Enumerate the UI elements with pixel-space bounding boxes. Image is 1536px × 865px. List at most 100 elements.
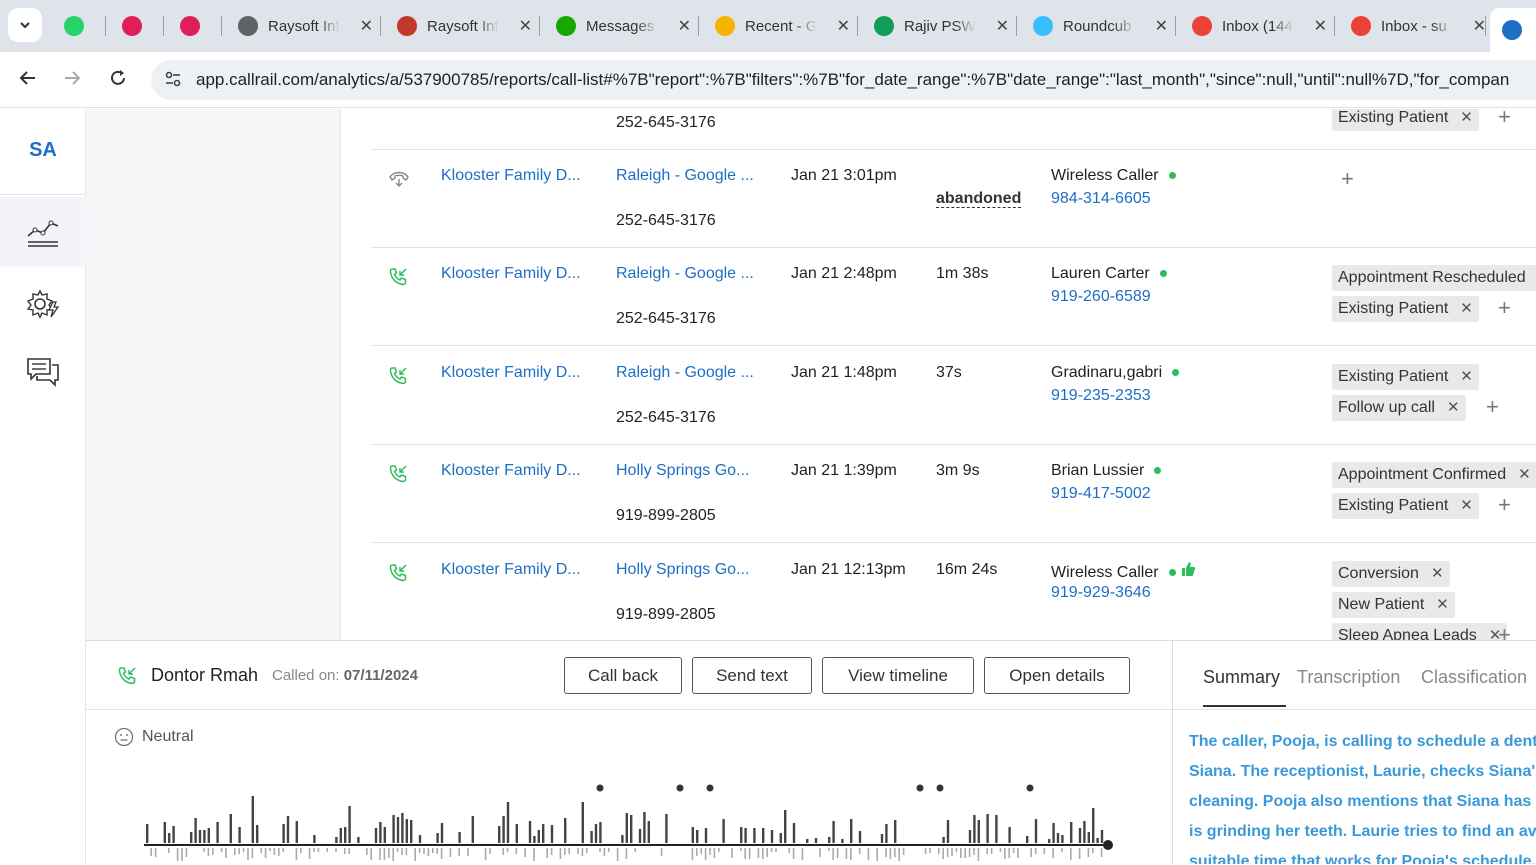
remove-tag-icon[interactable]: ✕	[1460, 300, 1473, 317]
add-tag-button[interactable]: +	[1498, 109, 1511, 130]
browser-tab-title: Roundcub	[1063, 17, 1132, 35]
source-link[interactable]: Raleigh - Google ...	[616, 364, 754, 382]
call-row[interactable]: Klooster Family D... Raleigh - Google ...…	[371, 347, 1536, 445]
add-tag-button[interactable]: +	[1498, 295, 1511, 321]
tab-classification[interactable]: Classification	[1421, 667, 1527, 688]
call-back-button[interactable]: Call back	[564, 657, 682, 694]
close-tab-icon[interactable]: ✕	[360, 16, 373, 36]
send-text-button[interactable]: Send text	[692, 657, 812, 694]
caller-phone-link[interactable]: 919-417-5002	[1051, 485, 1151, 503]
sidebar-item-analytics[interactable]	[0, 197, 86, 267]
call-row[interactable]: Klooster Family D... Holly Springs Go... 9…	[371, 445, 1536, 543]
gmail-icon	[1351, 16, 1371, 36]
add-tag-button[interactable]: +	[1498, 492, 1511, 518]
close-tab-icon[interactable]: ✕	[1155, 16, 1168, 36]
waveform-bar	[401, 848, 403, 855]
waveform-bar	[1083, 821, 1086, 843]
browser-tab[interactable]	[180, 8, 216, 44]
source-link[interactable]: Holly Springs Go...	[616, 462, 749, 480]
caller-phone-link[interactable]: 919-235-2353	[1051, 387, 1151, 405]
company-link[interactable]: Klooster Family D...	[441, 265, 581, 283]
close-tab-icon[interactable]: ✕	[678, 16, 691, 36]
source-link[interactable]: Holly Springs Go...	[616, 561, 749, 579]
sidebar-item-conversations[interactable]	[0, 337, 86, 407]
browser-tab[interactable]: Messages ✕	[556, 8, 691, 44]
remove-tag-icon[interactable]: ✕	[1460, 497, 1473, 514]
call-row[interactable]: Klooster Family D... Raleigh - Google ...…	[371, 150, 1536, 248]
waveform-bar	[278, 848, 280, 856]
source-link[interactable]: Raleigh - Google ...	[616, 265, 754, 283]
company-link[interactable]: Klooster Family D...	[441, 364, 581, 382]
forward-button[interactable]	[60, 68, 84, 94]
caller-phone-link[interactable]: 919-260-6589	[1051, 288, 1151, 306]
url-bar[interactable]: app.callrail.com/analytics/a/537900785/r…	[151, 60, 1536, 100]
waveform-bar	[388, 848, 390, 858]
browser-tab[interactable]: Raysoft Inf ✕	[238, 8, 373, 44]
call-audio-waveform[interactable]	[144, 781, 1114, 865]
close-tab-icon[interactable]: ✕	[1314, 16, 1327, 36]
call-duration: 16m 24s	[936, 561, 998, 578]
waveform-bar	[885, 848, 887, 857]
browser-tab[interactable]: Roundcub ✕	[1033, 8, 1168, 44]
waveform-bar	[238, 848, 240, 854]
close-tab-icon[interactable]: ✕	[519, 16, 532, 36]
close-tab-icon[interactable]: ✕	[1473, 16, 1486, 36]
waveform-bar	[942, 837, 945, 843]
source-link[interactable]: Raleigh - Google ...	[616, 167, 754, 185]
back-button[interactable]	[16, 68, 40, 94]
browser-tab-title: Raysoft Inf	[268, 17, 340, 35]
tab-summary[interactable]: Summary	[1203, 667, 1280, 688]
waveform-bar	[282, 848, 284, 852]
remove-tag-icon[interactable]: ✕	[1460, 368, 1473, 385]
browser-tab[interactable]	[1490, 8, 1536, 52]
close-tab-icon[interactable]: ✕	[837, 16, 850, 36]
remove-tag-icon[interactable]: ✕	[1460, 109, 1473, 126]
browser-tab[interactable]	[122, 8, 158, 44]
waveform-bar	[832, 848, 834, 860]
caller-phone-link[interactable]: 919-929-3646	[1051, 584, 1151, 602]
close-tab-icon[interactable]: ✕	[996, 16, 1009, 36]
caller-phone-link[interactable]: 984-314-6605	[1051, 190, 1151, 208]
call-row[interactable]: 252-645-3176 Existing Patient ✕ +	[371, 109, 1536, 150]
open-details-button[interactable]: Open details	[984, 657, 1130, 694]
called-on-text: Called on: 07/11/2024	[272, 667, 418, 684]
add-tag-button[interactable]: +	[1486, 394, 1499, 420]
view-timeline-button[interactable]: View timeline	[822, 657, 974, 694]
waveform-bar	[1092, 848, 1094, 853]
waveform-bar	[744, 848, 746, 859]
browser-tab[interactable]	[64, 8, 100, 44]
waveform-bar	[757, 848, 760, 858]
waveform-bar	[498, 826, 501, 843]
waveform-bar	[528, 821, 532, 843]
tab-transcription[interactable]: Transcription	[1297, 667, 1400, 688]
call-date: Jan 21 3:01pm	[791, 167, 897, 184]
tab-search-button[interactable]	[8, 8, 42, 42]
browser-tab[interactable]: Recent - G ✕	[715, 8, 850, 44]
playhead-handle[interactable]	[1103, 840, 1113, 850]
browser-tab[interactable]: Rajiv PSW ✕	[874, 8, 1009, 44]
reload-button[interactable]	[106, 68, 130, 94]
waveform-bar	[317, 848, 320, 852]
browser-tab[interactable]: Inbox (144 ✕	[1192, 8, 1327, 44]
remove-tag-icon[interactable]: ✕	[1436, 596, 1449, 613]
waveform-bar	[770, 848, 773, 852]
remove-tag-icon[interactable]: ✕	[1447, 399, 1460, 416]
call-row[interactable]: Klooster Family D... Holly Springs Go... 9…	[371, 544, 1536, 640]
company-link[interactable]: Klooster Family D...	[441, 462, 581, 480]
account-logo[interactable]: SA	[0, 139, 86, 162]
add-tag-button[interactable]: +	[1498, 622, 1511, 640]
remove-tag-icon[interactable]: ✕	[1518, 466, 1531, 483]
call-row[interactable]: Klooster Family D... Raleigh - Google ...…	[371, 248, 1536, 346]
company-link[interactable]: Klooster Family D...	[441, 167, 581, 185]
waveform-bar	[590, 831, 593, 843]
waveform-marker	[916, 784, 924, 792]
sidebar-item-automations[interactable]	[0, 269, 86, 339]
waveform-bar	[850, 819, 853, 843]
remove-tag-icon[interactable]: ✕	[1431, 565, 1444, 582]
browser-tab[interactable]: Inbox - su ✕	[1351, 8, 1486, 44]
waveform-bar	[392, 848, 394, 861]
site-settings-icon[interactable]	[163, 70, 183, 90]
add-tag-button[interactable]: +	[1341, 166, 1354, 192]
company-link[interactable]: Klooster Family D...	[441, 561, 581, 579]
browser-tab[interactable]: Raysoft Inf ✕	[397, 8, 532, 44]
